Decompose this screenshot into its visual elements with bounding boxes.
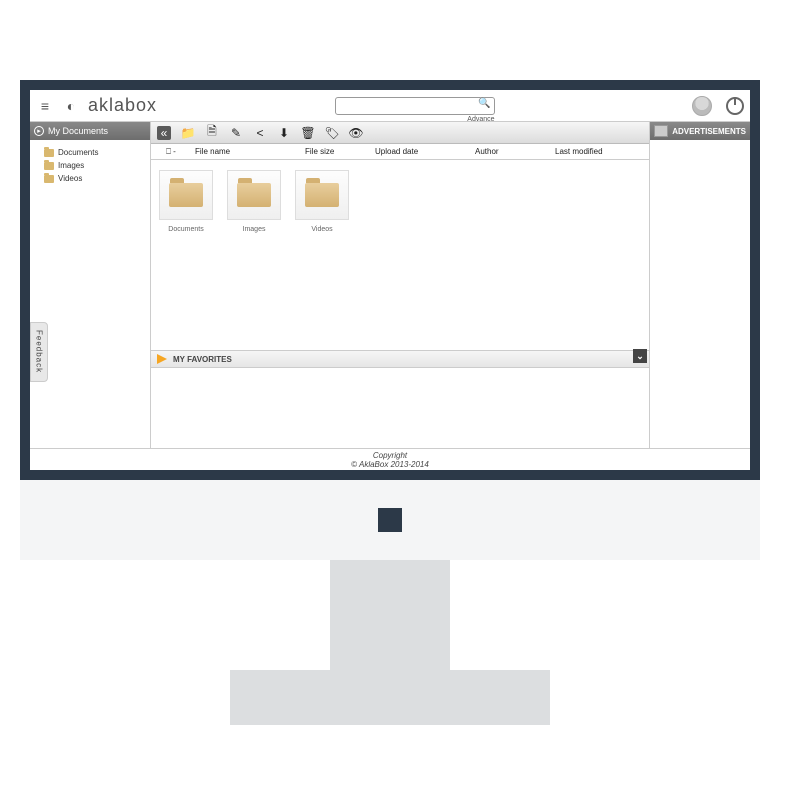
brand-logo: aklabox [88, 95, 157, 116]
col-upload[interactable]: Upload date [371, 147, 471, 156]
monitor-mockup: ≡ ◐ aklabox 🔍 Advance Feedback [20, 80, 760, 725]
feedback-tab[interactable]: Feedback [30, 322, 48, 382]
folder-card-images[interactable]: Images [227, 170, 281, 250]
collapse-icon[interactable]: « [157, 126, 171, 140]
new-doc-icon[interactable]: 🗎 [205, 126, 219, 140]
folder-card-videos[interactable]: Videos [295, 170, 349, 250]
app-footer: Copyright © AklaBox 2013-2014 [30, 448, 750, 470]
menu-icon[interactable]: ≡ [36, 97, 54, 115]
sidebar-item-label: Documents [58, 148, 98, 157]
folder-icon [169, 183, 203, 207]
col-filename[interactable]: File name [191, 147, 301, 156]
sidebar-item-images[interactable]: Images [34, 159, 146, 172]
folder-label: Images [243, 226, 266, 233]
visibility-icon[interactable]: 👁 [349, 126, 363, 140]
monitor-power-button[interactable] [378, 508, 402, 532]
sidebar-item-videos[interactable]: Videos [34, 172, 146, 185]
search-icon[interactable]: 🔍 [478, 98, 490, 109]
folder-card-documents[interactable]: Documents [159, 170, 213, 250]
ads-header: ADVERTISEMENTS [650, 122, 750, 140]
table-header: ⎕ - File name File size Upload date Auth… [151, 144, 649, 160]
monitor-stand-neck [330, 560, 450, 670]
right-column: ADVERTISEMENTS [650, 122, 750, 448]
palette-icon[interactable]: ◐ [62, 97, 80, 115]
sidebar-item-documents[interactable]: Documents [34, 146, 146, 159]
app-window: ≡ ◐ aklabox 🔍 Advance Feedback [30, 90, 750, 470]
expand-icon: ▸ [34, 126, 44, 136]
sidebar-item-label: Images [58, 161, 84, 170]
sidebar-title[interactable]: ▸ My Documents [30, 122, 150, 140]
favorites-bar[interactable]: MY FAVORITES ⌄ [151, 350, 649, 368]
toolbar: « 📁 🗎 ✎ < ⬇ 🗑 🏷 👁 [151, 122, 649, 144]
search-input[interactable] [335, 97, 495, 115]
ads-title: ADVERTISEMENTS [672, 127, 746, 136]
screen-bezel: ≡ ◐ aklabox 🔍 Advance Feedback [20, 80, 760, 480]
favorites-title: MY FAVORITES [173, 355, 232, 364]
app-header: ≡ ◐ aklabox 🔍 Advance [30, 90, 750, 122]
tag-icon[interactable]: 🏷 [325, 126, 339, 140]
folder-icon [237, 183, 271, 207]
delete-icon[interactable]: 🗑 [301, 126, 315, 140]
user-avatar[interactable] [692, 96, 712, 116]
col-select[interactable]: ⎕ - [151, 147, 191, 157]
col-filesize[interactable]: File size [301, 147, 371, 156]
expand-favorites-icon[interactable]: ⌄ [633, 349, 647, 363]
sidebar: ▸ My Documents Documents Images [30, 122, 150, 448]
folder-label: Videos [311, 226, 332, 233]
add-folder-icon[interactable]: 📁 [181, 126, 195, 140]
sidebar-item-label: Videos [58, 174, 82, 183]
folder-icon [44, 175, 54, 183]
monitor-stand-base [230, 670, 550, 725]
folder-icon [44, 149, 54, 157]
col-author[interactable]: Author [471, 147, 551, 156]
folder-label: Documents [168, 226, 203, 233]
sidebar-tree: Documents Images Videos [30, 140, 150, 191]
col-modified[interactable]: Last modified [551, 147, 649, 156]
footer-line2: © AklaBox 2013-2014 [351, 460, 429, 469]
edit-icon[interactable]: ✎ [229, 126, 243, 140]
sidebar-title-label: My Documents [48, 126, 108, 136]
ads-body [650, 140, 750, 448]
favorites-body [151, 368, 649, 448]
footer-line1: Copyright [373, 451, 407, 460]
favorites-icon [157, 354, 167, 364]
monitor-chin [20, 480, 760, 560]
folder-icon [305, 183, 339, 207]
folder-grid: Documents Images Videos [151, 160, 649, 260]
share-icon[interactable]: < [253, 126, 267, 140]
main-panel: « 📁 🗎 ✎ < ⬇ 🗑 🏷 👁 ⎕ - File name File siz [150, 122, 650, 448]
ads-icon [654, 125, 668, 137]
power-icon[interactable] [726, 97, 744, 115]
search-box: 🔍 Advance [335, 96, 495, 116]
download-icon[interactable]: ⬇ [277, 126, 291, 140]
folder-icon [44, 162, 54, 170]
